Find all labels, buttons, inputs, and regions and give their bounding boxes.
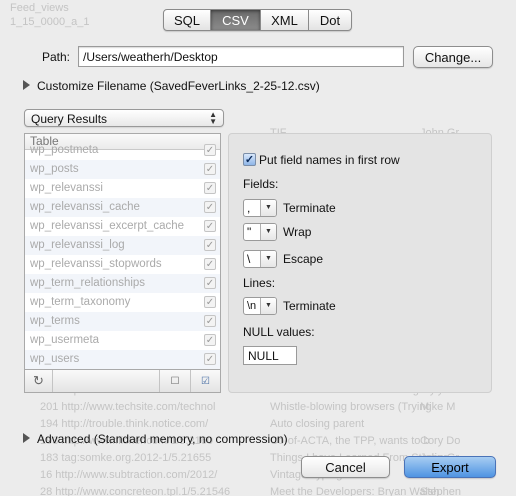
tab-dot[interactable]: Dot xyxy=(309,10,351,30)
background-text: 183 tag:somke.org.2012-1/5.21655 xyxy=(40,452,212,464)
background-text: 1_15_0000_a_1 xyxy=(10,16,90,28)
background-text: 16 http://www.subtraction.com/2012/ xyxy=(40,469,218,481)
tab-xml[interactable]: XML xyxy=(261,10,309,30)
escape-label: Escape xyxy=(283,252,324,266)
customize-disclosure-triangle-icon[interactable] xyxy=(23,80,30,90)
field-names-label: Put field names in first row xyxy=(259,153,400,167)
table-name: wp_usermeta xyxy=(30,334,100,346)
table-include-checkbox[interactable]: ✓ xyxy=(204,315,216,327)
lines-terminate-label: Terminate xyxy=(283,299,336,313)
change-button[interactable]: Change... xyxy=(413,46,493,68)
terminate-combo[interactable]: , ▼ xyxy=(243,199,277,217)
table-row[interactable]: wp_relevanssi_stopwords ✓ xyxy=(25,255,220,274)
table-include-checkbox[interactable]: ✓ xyxy=(204,277,216,289)
chevron-down-icon[interactable]: ▼ xyxy=(260,200,276,216)
lines-terminate-value[interactable]: \n xyxy=(244,298,260,314)
table-name: wp_posts xyxy=(30,163,79,175)
table-name: wp_terms xyxy=(30,315,80,327)
uncheck-all-icon[interactable]: ☐ xyxy=(159,370,191,392)
chevron-down-icon[interactable]: ▼ xyxy=(260,298,276,314)
table-name: wp_users xyxy=(30,353,80,365)
table-include-checkbox[interactable]: ✓ xyxy=(204,239,216,251)
background-text: Stephen xyxy=(420,486,461,496)
table-row[interactable]: wp_users ✓ xyxy=(25,350,220,369)
table-include-checkbox[interactable]: ✓ xyxy=(204,334,216,346)
customize-filename-label[interactable]: Customize Filename (SavedFeverLinks_2-25… xyxy=(37,79,320,93)
table-footer-bar: ↻ ☐ ☑ xyxy=(24,370,221,393)
table-name: wp_relevanssi_log xyxy=(30,239,125,251)
null-values-field[interactable]: NULL xyxy=(243,346,297,365)
table-include-checkbox[interactable]: ✓ xyxy=(204,220,216,232)
table-name: wp_relevanssi_stopwords xyxy=(30,258,162,270)
path-field[interactable]: /Users/weatherh/Desktop xyxy=(78,46,404,67)
format-segmented-control[interactable]: SQL CSV XML Dot xyxy=(163,9,352,31)
background-text: Feed_views xyxy=(10,2,69,14)
field-names-checkbox[interactable]: ✓ xyxy=(243,153,256,166)
path-label: Path: xyxy=(42,50,71,64)
wrap-value[interactable]: " xyxy=(244,224,260,240)
table-include-checkbox[interactable]: ✓ xyxy=(204,163,216,175)
footer-spacer xyxy=(53,370,159,392)
popup-arrows-icon: ▲ ▼ xyxy=(209,110,217,126)
table-include-checkbox[interactable]: ✓ xyxy=(204,296,216,308)
background-text: Cory Do xyxy=(420,435,461,447)
table-row[interactable]: wp_posts ✓ xyxy=(25,160,220,179)
terminate-label: Terminate xyxy=(283,201,336,215)
background-text: Whistle-blowing browsers (Trying xyxy=(270,401,432,413)
source-popup-value: Query Results xyxy=(31,112,108,126)
background-text: Co-of-ACTA, the TPP, wants to b xyxy=(270,435,430,447)
tab-sql[interactable]: SQL xyxy=(164,10,211,30)
table-row[interactable]: wp_relevanssi ✓ xyxy=(25,179,220,198)
table-row[interactable]: wp_relevanssi_excerpt_cache ✓ xyxy=(25,217,220,236)
table-include-checkbox[interactable]: ✓ xyxy=(204,258,216,270)
terminate-value[interactable]: , xyxy=(244,200,260,216)
wrap-label: Wrap xyxy=(283,225,312,239)
background-text: 201 http://www.techsite.com/technol xyxy=(40,401,216,413)
escape-value[interactable]: \ xyxy=(244,251,260,267)
escape-combo[interactable]: \ ▼ xyxy=(243,250,277,268)
advanced-disclosure-triangle-icon[interactable] xyxy=(23,433,30,443)
table-name: wp_postmeta xyxy=(30,144,99,156)
table-row[interactable]: wp_usermeta ✓ xyxy=(25,331,220,350)
chevron-down-icon[interactable]: ▼ xyxy=(260,251,276,267)
table-row[interactable]: wp_terms ✓ xyxy=(25,312,220,331)
table-name: wp_term_relationships xyxy=(30,277,146,289)
table-name: wp_relevanssi_cache xyxy=(30,201,140,213)
table-row[interactable]: wp_relevanssi_cache ✓ xyxy=(25,198,220,217)
export-button[interactable]: Export xyxy=(404,456,496,478)
background-text: 194 http://trouble.think.notice.com/ xyxy=(40,418,209,430)
background-text: Mike M xyxy=(420,401,456,413)
table-name: wp_relevanssi_excerpt_cache xyxy=(30,220,185,232)
table-row[interactable]: wp_postmeta ✓ xyxy=(25,141,220,160)
background-text: 28 http://www.concreteon.tpl.1/5.21546 xyxy=(40,486,231,496)
lines-terminate-combo[interactable]: \n ▼ xyxy=(243,297,277,315)
table-row[interactable]: wp_term_relationships ✓ xyxy=(25,274,220,293)
table-include-checkbox[interactable]: ✓ xyxy=(204,182,216,194)
advanced-label[interactable]: Advanced (Standard memory, no compressio… xyxy=(37,432,288,446)
table-include-checkbox[interactable]: ✓ xyxy=(204,353,216,365)
table-include-checkbox[interactable]: ✓ xyxy=(204,144,216,156)
chevron-down-icon[interactable]: ▼ xyxy=(260,224,276,240)
table-name: wp_relevanssi xyxy=(30,182,103,194)
table-row[interactable]: wp_term_taxonomy ✓ xyxy=(25,293,220,312)
lines-label: Lines: xyxy=(243,276,276,290)
null-values-label: NULL values: xyxy=(243,325,315,339)
check-all-icon[interactable]: ☑ xyxy=(191,370,220,392)
refresh-icon[interactable]: ↻ xyxy=(25,370,53,392)
cancel-button[interactable]: Cancel xyxy=(301,456,390,478)
tab-csv[interactable]: CSV xyxy=(211,10,261,30)
table-name: wp_term_taxonomy xyxy=(30,296,131,308)
table-include-checkbox[interactable]: ✓ xyxy=(204,201,216,213)
tables-list[interactable]: Table wp_postmeta ✓ wp_posts ✓ wp_relevanssi… xyxy=(24,133,221,370)
background-text: Meet the Developers: Bryan Walsh xyxy=(270,486,440,496)
background-text: Auto closing parent xyxy=(270,418,365,430)
fields-label: Fields: xyxy=(243,177,279,191)
source-popup[interactable]: Query Results ▲ ▼ xyxy=(24,109,224,127)
table-row[interactable]: wp_relevanssi_log ✓ xyxy=(25,236,220,255)
wrap-combo[interactable]: " ▼ xyxy=(243,223,277,241)
